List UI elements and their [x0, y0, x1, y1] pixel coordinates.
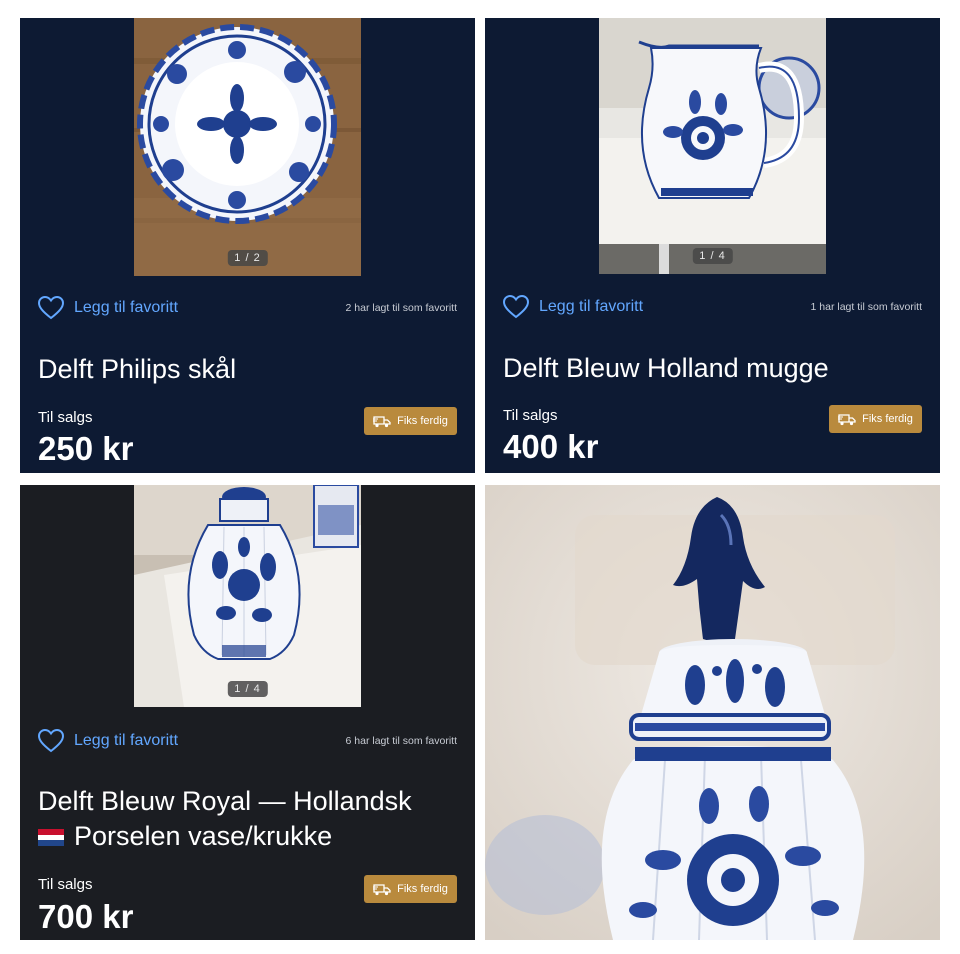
listing-title-line-2-text: Porselen vase/krukke [74, 821, 333, 851]
listing-photo-vase[interactable]: 1 / 4 [134, 485, 361, 707]
image-counter: 1 / 4 [227, 681, 268, 697]
listing-photo-bowl[interactable]: 1 / 2 [134, 18, 361, 276]
heart-outline-icon [502, 294, 530, 319]
favorite-count: 6 har lagt til som favoritt [345, 735, 457, 747]
favorite-row: Legg til favoritt 1 har lagt til som fav… [502, 294, 922, 320]
fiks-ferdig-badge[interactable]: Fiks ferdig [364, 407, 457, 435]
add-favorite-label: Legg til favoritt [74, 299, 179, 316]
favorite-row: Legg til favoritt 6 har lagt til som fav… [37, 728, 457, 754]
add-favorite-label: Legg til favoritt [539, 298, 644, 315]
delivery-truck-icon [838, 413, 856, 426]
listing-title[interactable]: Delft Philips skål [38, 352, 461, 387]
listing-card-delft-vase[interactable]: 1 / 4 Legg til favoritt 6 har lagt til s… [20, 485, 475, 940]
listing-price: 400 kr [503, 428, 599, 465]
listing-title[interactable]: Delft Bleuw Holland mugge [503, 351, 926, 386]
listing-card-delft-philips-bowl[interactable]: 1 / 2 Legg til favoritt 2 har lagt til s… [20, 18, 475, 473]
badge-label: Fiks ferdig [397, 415, 448, 427]
listing-price: 700 kr [38, 898, 134, 935]
netherlands-flag-icon [38, 820, 64, 846]
delivery-truck-icon [373, 415, 391, 428]
heart-outline-icon [37, 295, 65, 320]
fiks-ferdig-badge[interactable]: Fiks ferdig [829, 405, 922, 433]
vase-image [134, 485, 361, 707]
favorite-count: 2 har lagt til som favoritt [345, 302, 457, 314]
favorite-row: Legg til favoritt 2 har lagt til som fav… [37, 295, 457, 321]
badge-label: Fiks ferdig [397, 883, 448, 895]
listing-title-line-1: Delft Bleuw Royal — Hollandsk [38, 786, 412, 816]
listing-card-delft-jug[interactable]: 1 / 4 Legg til favoritt 1 har lagt til s… [485, 18, 940, 473]
listing-photo-jug[interactable]: 1 / 4 [599, 18, 826, 274]
dolphin-lid-image [485, 485, 940, 940]
image-counter: 1 / 2 [227, 250, 268, 266]
listing-price: 250 kr [38, 430, 134, 467]
badge-label: Fiks ferdig [862, 413, 913, 425]
favorite-count: 1 har lagt til som favoritt [810, 301, 922, 313]
listing-title[interactable]: Delft Bleuw Royal — Hollandsk Porselen v… [38, 784, 461, 854]
delivery-truck-icon [373, 883, 391, 896]
heart-outline-icon [37, 728, 65, 753]
add-favorite-button[interactable]: Legg til favoritt [37, 295, 179, 320]
listing-status: Til salgs [503, 407, 558, 424]
listing-title-line-2: Porselen vase/krukke [38, 819, 461, 854]
add-favorite-button[interactable]: Legg til favoritt [37, 728, 179, 753]
image-counter: 1 / 4 [692, 248, 733, 264]
jug-image [599, 18, 826, 274]
vase-lid-closeup-photo [485, 485, 940, 940]
listing-status: Til salgs [38, 409, 93, 426]
fiks-ferdig-badge[interactable]: Fiks ferdig [364, 875, 457, 903]
add-favorite-label: Legg til favoritt [74, 732, 179, 749]
add-favorite-button[interactable]: Legg til favoritt [502, 294, 644, 319]
bowl-image [134, 18, 361, 276]
listing-status: Til salgs [38, 876, 93, 893]
